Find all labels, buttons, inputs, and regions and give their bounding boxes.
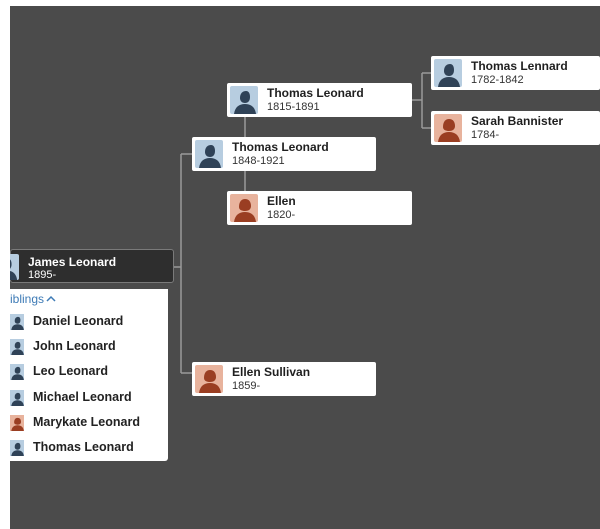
person-name: Sarah Bannister: [471, 114, 564, 128]
person-dates: 1895-: [28, 269, 57, 281]
male-avatar-icon: [10, 314, 24, 330]
person-dates: 1859-: [232, 380, 261, 392]
person-name: Thomas Leonard: [267, 86, 364, 100]
sibling-name: John Leonard: [33, 339, 116, 354]
female-avatar-icon: [10, 414, 24, 431]
person-card-focus[interactable]: James Leonard 1895-: [10, 249, 174, 283]
sibling-item[interactable]: Leo Leonard: [10, 361, 168, 383]
person-dates: 1820-: [267, 209, 296, 221]
person-card-mother[interactable]: Ellen Sullivan 1859-: [192, 362, 376, 396]
sibling-item[interactable]: Marykate Leonard: [10, 412, 168, 434]
female-avatar-icon: [434, 114, 462, 142]
male-avatar-icon: [10, 254, 19, 280]
person-card-father[interactable]: Thomas Leonard 1848-1921: [192, 137, 376, 171]
person-dates: 1815-1891: [267, 101, 320, 113]
person-card-great-grandmother[interactable]: Sarah Bannister 1784-: [431, 111, 600, 145]
siblings-toggle[interactable]: iblings: [10, 292, 56, 306]
person-name: Ellen: [267, 194, 296, 208]
sibling-item[interactable]: John Leonard: [10, 336, 168, 358]
male-avatar-icon: [10, 364, 24, 381]
female-avatar-icon: [195, 365, 223, 393]
female-avatar-icon: [230, 194, 258, 222]
sibling-item[interactable]: Daniel Leonard: [10, 311, 168, 333]
person-name: Thomas Leonard: [232, 140, 329, 154]
person-name: Thomas Lennard: [471, 59, 568, 73]
sibling-name: Michael Leonard: [33, 389, 132, 404]
male-avatar-icon: [434, 59, 462, 87]
person-card-grandmother[interactable]: Ellen 1820-: [227, 191, 412, 225]
person-name: James Leonard: [28, 255, 117, 269]
male-avatar-icon: [230, 86, 258, 114]
siblings-toggle-label: iblings: [10, 292, 45, 306]
male-avatar-icon: [10, 389, 24, 406]
siblings-panel: iblings Daniel Leonard John Leonard Leo Le…: [10, 289, 168, 461]
sibling-item[interactable]: Michael Leonard: [10, 387, 168, 409]
sibling-name: Marykate Leonard: [33, 414, 140, 429]
sibling-name: Leo Leonard: [33, 364, 109, 379]
person-dates: 1784-: [471, 129, 500, 141]
person-card-great-grandfather[interactable]: Thomas Lennard 1782-1842: [431, 56, 600, 90]
male-avatar-icon: [10, 339, 24, 356]
sibling-name: Daniel Leonard: [33, 314, 124, 328]
male-avatar-icon: [195, 140, 223, 168]
sibling-item[interactable]: Thomas Leonard: [10, 437, 168, 459]
person-name: Ellen Sullivan: [232, 365, 311, 379]
person-card-grandfather[interactable]: Thomas Leonard 1815-1891: [227, 83, 412, 117]
tree-canvas[interactable]: Thomas Lennard 1782-1842 Sarah Bannister…: [10, 6, 600, 529]
person-dates: 1848-1921: [232, 155, 285, 167]
male-avatar-icon: [10, 440, 24, 456]
person-dates: 1782-1842: [471, 74, 524, 86]
chevron-up-icon: [46, 292, 56, 306]
sibling-name: Thomas Leonard: [33, 440, 134, 454]
